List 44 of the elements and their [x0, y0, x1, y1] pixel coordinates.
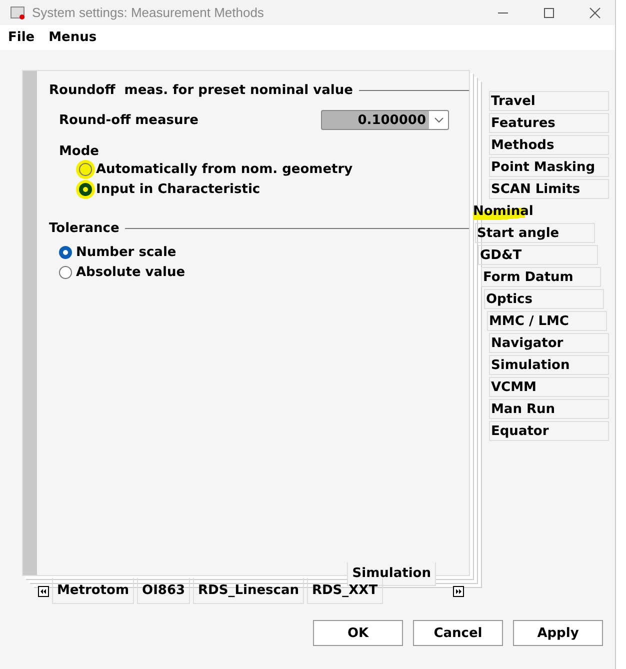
window-title: System settings: Measurement Methods — [32, 5, 264, 20]
side-tab[interactable]: GD&T — [478, 245, 598, 265]
radio-button[interactable] — [59, 266, 72, 278]
scroll-right-icon[interactable] — [453, 586, 464, 596]
value-dropdown[interactable]: 0.100000 — [321, 110, 449, 130]
radio-button[interactable] — [79, 182, 92, 196]
bottom-tab[interactable]: Simulation — [347, 562, 436, 586]
radio-option[interactable]: Input in Characteristic — [49, 179, 459, 199]
close-icon[interactable] — [589, 6, 601, 18]
side-tab[interactable]: Man Run — [489, 399, 609, 419]
bottom-tab[interactable]: RDS_Linescan — [193, 578, 304, 604]
field-label: Round-off measure — [59, 112, 198, 128]
bottom-tab[interactable]: RDS_XXT — [307, 578, 383, 604]
app-icon — [10, 6, 26, 20]
side-tab[interactable]: Navigator — [489, 333, 609, 353]
side-tab[interactable]: Start angle — [475, 223, 595, 243]
side-tab[interactable]: MMC / LMC — [487, 311, 607, 331]
maximize-icon[interactable] — [543, 6, 555, 18]
group-heading: Tolerance — [49, 221, 120, 236]
mode-label: Mode — [58, 144, 100, 159]
radio-option[interactable]: Automatically from nom. geometry — [49, 159, 459, 179]
dialog-button[interactable]: Apply — [513, 620, 603, 646]
bottom-tab[interactable]: Metrotom — [52, 578, 134, 604]
side-tab[interactable]: SCAN Limits — [489, 179, 609, 199]
side-tab[interactable]: Equator — [489, 421, 609, 441]
radio-option[interactable]: Absolute value — [49, 262, 459, 282]
radio-button[interactable] — [59, 246, 72, 258]
radio-option[interactable]: Number scale — [49, 242, 459, 262]
dialog-button[interactable]: OK — [313, 620, 403, 646]
side-tab[interactable]: VCMM — [489, 377, 609, 397]
side-tab[interactable]: Form Datum — [481, 267, 601, 287]
side-tab[interactable]: Optics — [484, 289, 604, 309]
menu-item[interactable]: Menus — [48, 30, 97, 45]
side-tab[interactable]: Travel — [489, 91, 609, 111]
bottom-tab[interactable]: OI863 — [137, 578, 190, 604]
dialog-button[interactable]: Cancel — [413, 620, 503, 646]
radio-button[interactable] — [79, 162, 92, 176]
menu-item[interactable]: File — [8, 30, 35, 45]
side-tab[interactable]: Methods — [489, 135, 609, 155]
side-tab[interactable]: Point Masking — [489, 157, 609, 177]
side-tab[interactable]: Simulation — [489, 355, 609, 375]
side-tab[interactable]: Features — [489, 113, 609, 133]
group-heading: Roundoff meas. for preset nominal value — [49, 83, 353, 98]
scroll-left-icon[interactable] — [38, 586, 49, 596]
